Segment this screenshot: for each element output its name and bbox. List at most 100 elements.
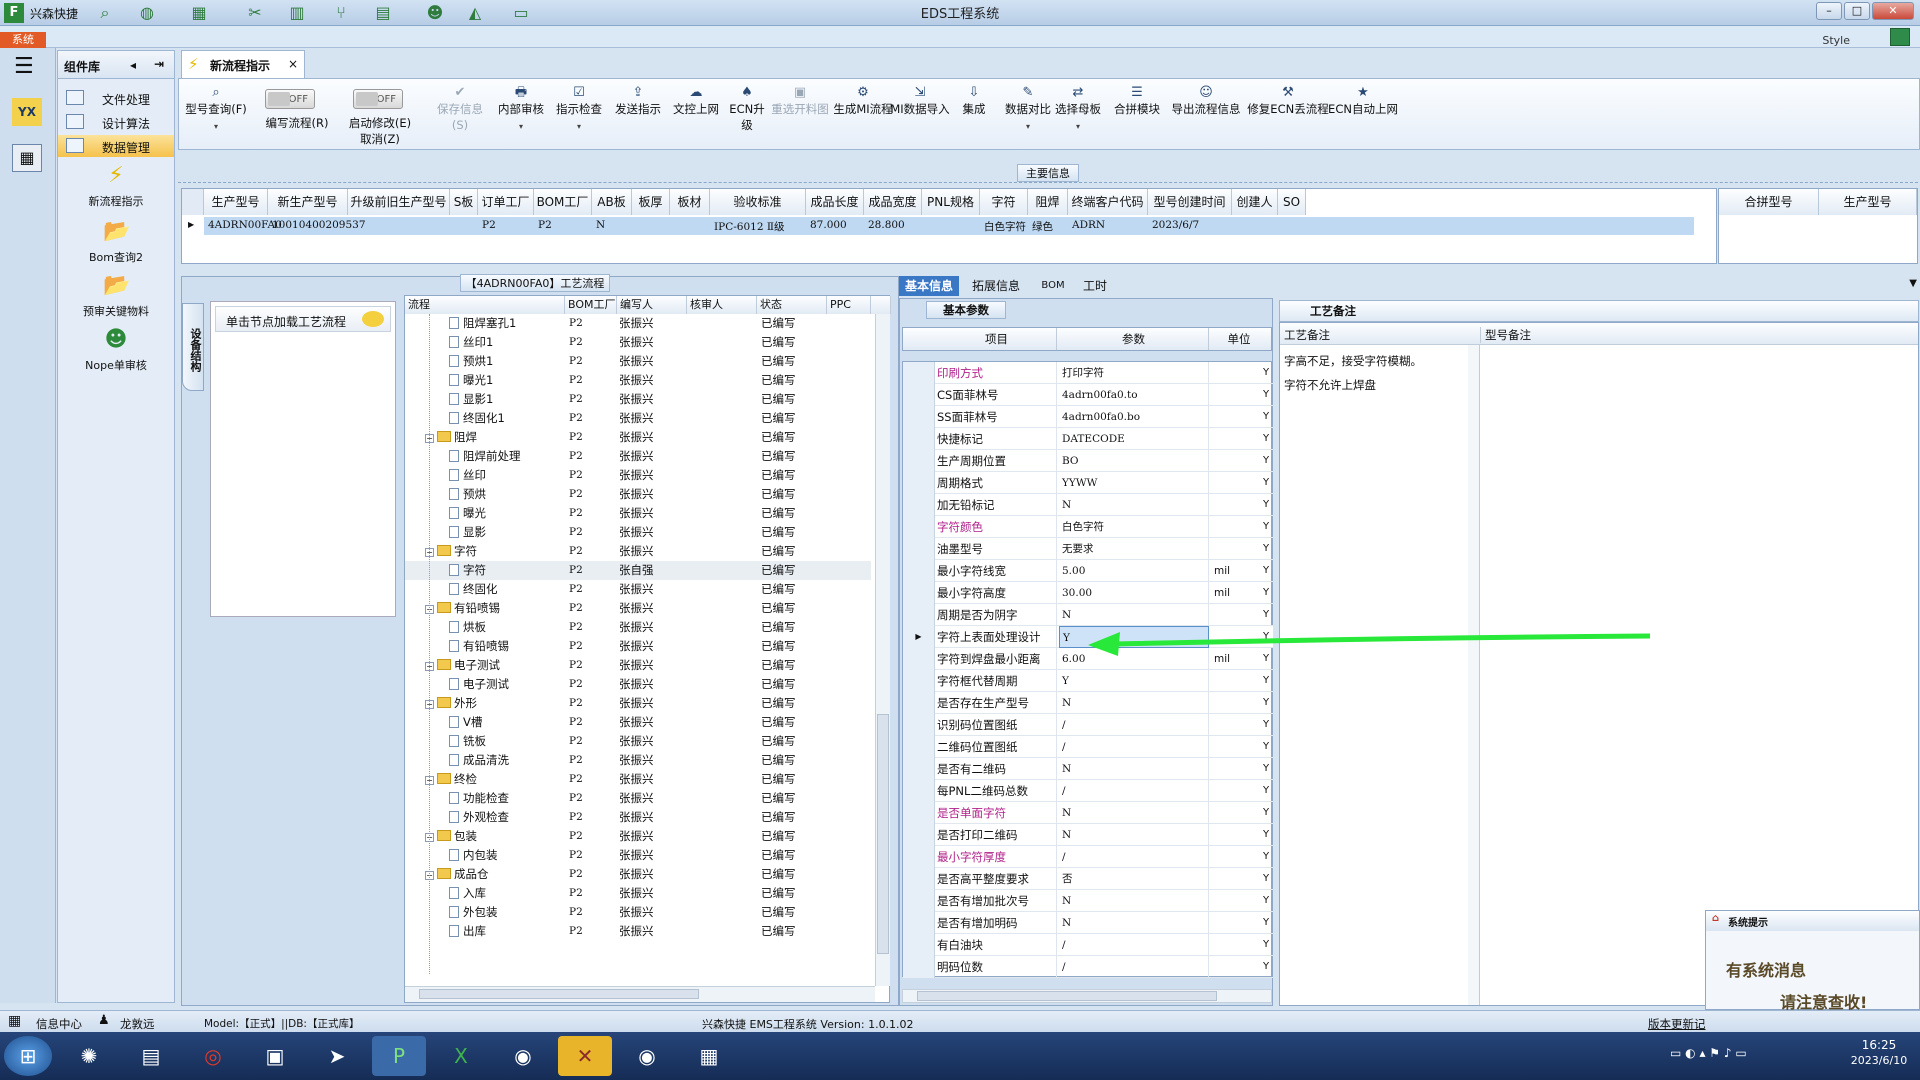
column-header[interactable]: BOM工厂 — [565, 296, 617, 314]
flow-node[interactable]: 丝印 — [449, 466, 486, 485]
column-header[interactable]: 生产型号 — [1819, 189, 1917, 215]
param-value[interactable]: 30.00 — [1059, 582, 1209, 604]
param-value[interactable]: / — [1059, 736, 1209, 758]
column-header[interactable]: 阻焊 — [1028, 189, 1068, 215]
new-flow-indicator[interactable]: ⚡ 新流程指示 — [58, 163, 174, 209]
column-header[interactable]: S板 — [450, 189, 478, 215]
param-value[interactable]: / — [1059, 714, 1209, 736]
column-header[interactable]: 生产型号 — [204, 189, 268, 215]
nav-design-algorithm[interactable]: 设计算法 — [58, 111, 174, 133]
list-item[interactable]: 字符 P2 张自强 已编写 — [405, 561, 871, 580]
table-cell[interactable]: P2 — [538, 219, 596, 231]
list-item[interactable]: 预烘1 P2 张振兴 已编写 — [405, 352, 871, 371]
column-header[interactable]: 创建人 — [1232, 189, 1278, 215]
close-tab-icon[interactable]: × — [288, 57, 298, 71]
nav-file-processing[interactable]: 文件处理 — [58, 87, 174, 109]
list-item[interactable]: − 字符 P2 张振兴 已编写 — [405, 542, 871, 561]
collapse-icon[interactable]: ◂ — [130, 58, 136, 72]
style-label[interactable]: Style — [1822, 34, 1850, 47]
taskbar-app-eye-icon[interactable]: ◉ — [496, 1036, 550, 1076]
user-icon[interactable]: ☻ — [424, 3, 446, 23]
ribbon-button-3[interactable]: ⇪ 发送指示 — [609, 85, 667, 117]
list-item[interactable]: 曝光 P2 张振兴 已编写 — [405, 504, 871, 523]
layout-icon[interactable]: ▥ — [286, 3, 308, 23]
monitor-icon[interactable]: ▭ — [510, 3, 532, 23]
flow-node[interactable]: 外观检查 — [449, 808, 509, 827]
flow-node[interactable]: 出库 — [449, 922, 486, 941]
flow-node[interactable]: − 有铅喷锡 — [425, 599, 500, 618]
menu-icon[interactable]: ☰ — [14, 56, 34, 78]
list-item[interactable]: 外观检查 P2 张振兴 已编写 — [405, 808, 871, 827]
table-cell[interactable]: 2023/6/7 — [1152, 219, 1236, 231]
param-row[interactable]: 是否打印二维码 N Y — [903, 824, 1273, 846]
equipment-structure-tab[interactable]: 设备结构 — [182, 303, 204, 391]
param-row[interactable]: CS面菲林号 4adrn00fa0.to Y — [903, 384, 1273, 406]
pin-icon[interactable]: ⇥ — [154, 57, 164, 71]
list-item[interactable]: V槽 P2 张振兴 已编写 — [405, 713, 871, 732]
param-row[interactable]: 是否存在生产型号 N Y — [903, 692, 1273, 714]
tray-icons[interactable]: ▭ ◐ ▴ ⚑ ♪ ▭ — [1670, 1046, 1747, 1060]
column-header[interactable]: AB板 — [592, 189, 632, 215]
param-row[interactable]: 周期格式 YYWW Y — [903, 472, 1273, 494]
ribbon-button-14[interactable]: ⚒ 修复ECN丢流程 — [1247, 85, 1329, 117]
param-row[interactable]: 油墨型号 无要求 Y — [903, 538, 1273, 560]
column-header[interactable]: 状态 — [757, 296, 827, 314]
param-row[interactable]: 字符颜色 白色字符 Y — [903, 516, 1273, 538]
flow-node[interactable]: 丝印1 — [449, 333, 493, 352]
taskbar-app-eds-icon[interactable]: P — [372, 1036, 426, 1076]
column-header[interactable]: 项目 — [937, 328, 1057, 350]
ribbon-button-8[interactable]: ⇲ MI数据导入 — [889, 85, 951, 117]
table-cell[interactable]: N — [596, 219, 636, 231]
param-value[interactable]: YYWW — [1059, 472, 1209, 494]
param-value[interactable]: N — [1059, 912, 1209, 934]
system-tab[interactable]: 系统 — [0, 32, 46, 48]
param-value[interactable]: N — [1059, 802, 1209, 824]
flow-node[interactable]: 入库 — [449, 884, 486, 903]
list-item[interactable]: 丝印1 P2 张振兴 已编写 — [405, 333, 871, 352]
table-icon[interactable]: ▤ — [372, 3, 394, 23]
process-remark-line[interactable]: 字符不允许上焊盘 — [1284, 377, 1376, 393]
ribbon-button-12[interactable]: ☰ 合拼模块 — [1107, 85, 1167, 117]
list-item[interactable]: − 有铅喷锡 P2 张振兴 已编写 — [405, 599, 871, 618]
nav-data-management[interactable]: 数据管理 — [58, 135, 174, 157]
search-icon[interactable]: ⌕ — [94, 3, 116, 23]
list-item[interactable]: − 终检 P2 张振兴 已编写 — [405, 770, 871, 789]
ribbon-button-5[interactable]: ♠ ECN升级 — [725, 85, 769, 133]
list-item[interactable]: 终固化 P2 张振兴 已编写 — [405, 580, 871, 599]
param-row[interactable]: 是否有增加批次号 N Y — [903, 890, 1273, 912]
doc-tab-new-flow[interactable]: ⚡ 新流程指示 × — [181, 50, 305, 78]
scrollbar-thumb[interactable] — [917, 991, 1217, 1001]
taskbar-app-calc-icon[interactable]: ▦ — [682, 1036, 736, 1076]
list-item[interactable]: − 阻焊 P2 张振兴 已编写 — [405, 428, 871, 447]
grid-icon[interactable]: ▦ — [8, 1013, 21, 1029]
column-header[interactable]: 字符 — [980, 189, 1028, 215]
param-row[interactable]: 有白油块 / Y — [903, 934, 1273, 956]
param-value[interactable]: 4adrn00fa0.to — [1059, 384, 1209, 406]
table-cell[interactable]: 87.000 — [810, 219, 868, 231]
table-row[interactable] — [204, 217, 1694, 235]
param-row[interactable]: 加无铅标记 N Y — [903, 494, 1273, 516]
ribbon-button-1[interactable]: 🖶 内部审核 ▾ — [493, 85, 549, 135]
column-header[interactable]: 核审人 — [687, 296, 757, 314]
param-row[interactable]: 最小字符高度 30.00 mil Y — [903, 582, 1273, 604]
column-header[interactable]: 合拼型号 — [1719, 189, 1819, 215]
list-item[interactable]: 铣板 P2 张振兴 已编写 — [405, 732, 871, 751]
list-item[interactable]: 丝印 P2 张振兴 已编写 — [405, 466, 871, 485]
taskbar-app-excel-icon[interactable]: X — [434, 1036, 488, 1076]
flow-node[interactable]: − 阻焊 — [425, 428, 477, 447]
list-item[interactable]: 成品清洗 P2 张振兴 已编写 — [405, 751, 871, 770]
table-cell[interactable]: 4ADRN00FA0 — [208, 219, 282, 231]
list-item[interactable]: 有铅喷锡 P2 张振兴 已编写 — [405, 637, 871, 656]
column-header[interactable]: 流程 — [405, 296, 565, 314]
taskbar-app-view-icon[interactable]: ◉ — [620, 1036, 674, 1076]
scrollbar-thumb[interactable] — [877, 714, 889, 954]
ribbon-button-13[interactable]: ☺ 导出流程信息 — [1169, 85, 1243, 117]
flow-node[interactable]: − 电子测试 — [425, 656, 500, 675]
column-header[interactable]: 单位 — [1211, 328, 1267, 350]
table-cell[interactable]: 白色字符 — [984, 219, 1032, 234]
ribbon-button-9[interactable]: ⇩ 集成 — [953, 85, 995, 117]
close-button[interactable]: ✕ — [1872, 2, 1914, 20]
param-value[interactable]: / — [1059, 846, 1209, 868]
taskbar-app-arrow-icon[interactable]: ➤ — [310, 1036, 364, 1076]
column-header[interactable]: PNL规格 — [922, 189, 980, 215]
